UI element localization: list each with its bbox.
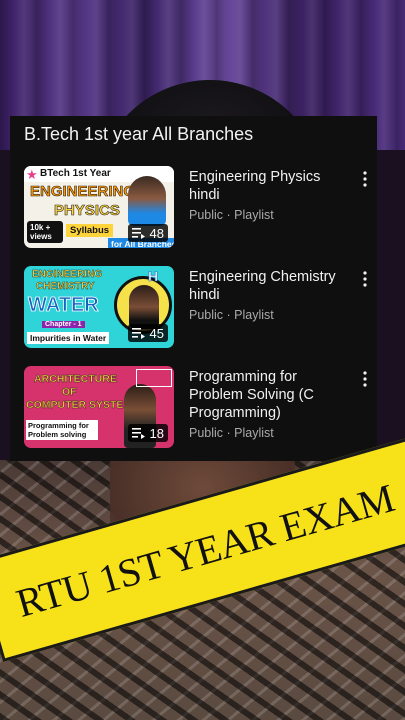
playlist-thumbnail[interactable]: ENGINEERING CHEMISTRY WATER Chapter - 1 … [24, 266, 174, 348]
thumb-line1: ENGINEERING [30, 183, 136, 201]
thumb-top-label: BTech 1st Year [40, 168, 111, 179]
thumb-big: WATER [28, 294, 100, 317]
playlist-icon [131, 328, 145, 339]
playlist-info[interactable]: Engineering Physics hindi Public · Playl… [189, 168, 354, 222]
playlist-title[interactable]: Programming for Problem Solving (C Progr… [189, 368, 354, 422]
thumb-corner: H [148, 268, 159, 285]
playlist-meta: Public · Playlist [189, 426, 274, 440]
playlist-info[interactable]: Engineering Chemistry hindi Public · Pla… [189, 268, 354, 322]
thumb-diagram [136, 369, 172, 387]
video-count: 18 [149, 425, 164, 441]
video-count-badge: 45 [127, 324, 168, 342]
more-options-icon[interactable] [359, 370, 371, 388]
thumb-line2: CHEMISTRY [36, 281, 95, 292]
playlist-icon [131, 428, 145, 439]
thumb-line2: OF [62, 386, 77, 398]
playlist-info[interactable]: Programming for Problem Solving (C Progr… [189, 368, 354, 440]
star-icon: ★ [26, 167, 38, 182]
thumb-line3: COMPUTER SYSTEM [26, 399, 133, 411]
thumb-badge: 10k + views [27, 221, 63, 243]
thumb-tag: Syllabus [66, 224, 114, 237]
playlist-row[interactable]: ENGINEERING CHEMISTRY WATER Chapter - 1 … [24, 266, 369, 348]
thumb-line1: ARCHITECTURE [34, 373, 117, 385]
video-count-badge: 48 [127, 224, 168, 242]
playlist-title[interactable]: Engineering Chemistry hindi [189, 268, 354, 304]
thumb-tag: Programming for Problem solving [26, 420, 98, 440]
video-count-badge: 18 [127, 424, 168, 442]
playlist-title[interactable]: Engineering Physics hindi [189, 168, 354, 204]
panel-title: B.Tech 1st year All Branches [24, 124, 254, 144]
playlist-row[interactable]: ARCHITECTURE OF COMPUTER SYSTEM Programm… [24, 366, 369, 448]
thumb-presenter [128, 176, 166, 226]
playlist-meta: Public · Playlist [189, 208, 274, 222]
video-count: 45 [149, 325, 164, 341]
playlist-thumbnail[interactable]: ARCHITECTURE OF COMPUTER SYSTEM Programm… [24, 366, 174, 448]
playlist-meta: Public · Playlist [189, 308, 274, 322]
thumb-line1: ENGINEERING [32, 269, 103, 280]
more-options-icon[interactable] [359, 270, 371, 288]
playlist-icon [131, 228, 145, 239]
thumb-chapter: Chapter - 1 [42, 321, 85, 328]
playlist-thumbnail[interactable]: ★ BTech 1st Year ENGINEERING PHYSICS 10k… [24, 166, 174, 248]
playlist-row[interactable]: ★ BTech 1st Year ENGINEERING PHYSICS 10k… [24, 166, 369, 248]
video-count: 48 [149, 225, 164, 241]
more-options-icon[interactable] [359, 170, 371, 188]
thumb-tag: Impurities in Water [27, 332, 110, 344]
playlists-panel: B.Tech 1st year All Branches ★ BTech 1st… [10, 116, 377, 461]
thumb-line2: PHYSICS [54, 202, 120, 220]
